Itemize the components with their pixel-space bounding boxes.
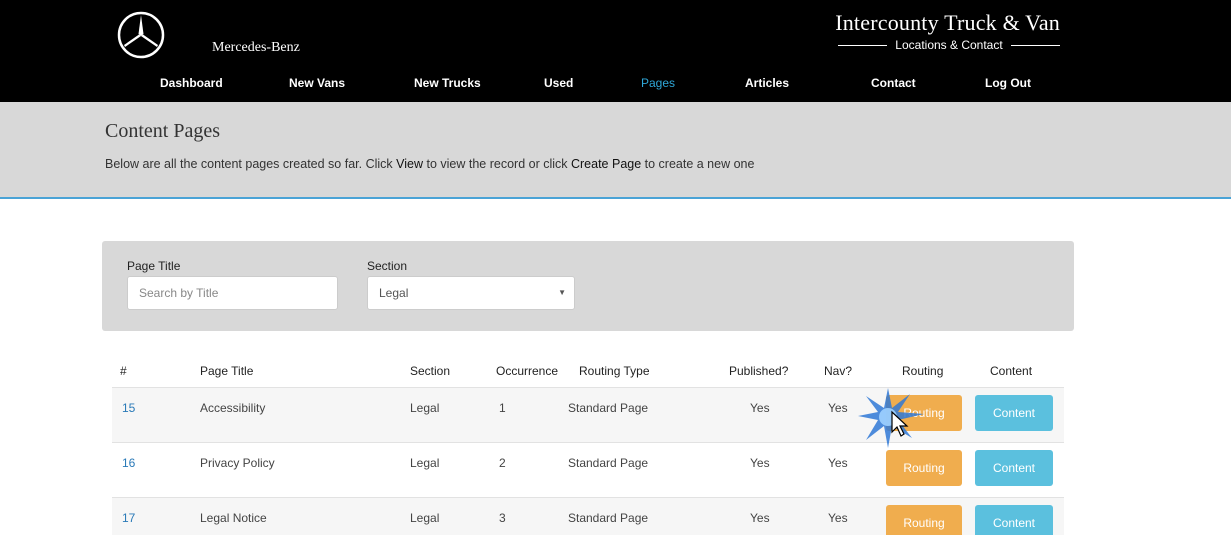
row-id-link[interactable]: 16 xyxy=(122,456,135,470)
row-published: Yes xyxy=(750,401,770,415)
routing-button[interactable]: Routing xyxy=(886,505,962,535)
nav-new-trucks[interactable]: New Trucks xyxy=(414,76,481,90)
description-text: to view the record or click xyxy=(423,157,571,171)
col-header-section[interactable]: Section xyxy=(410,364,450,378)
row-routing-type: Standard Page xyxy=(568,401,649,415)
table-row: 16 Privacy Policy Legal 2 Standard Page … xyxy=(112,442,1064,497)
nav-pages[interactable]: Pages xyxy=(641,76,675,90)
row-nav: Yes xyxy=(828,401,848,415)
col-header-nav[interactable]: Nav? xyxy=(824,364,852,378)
row-page-title: Accessibility xyxy=(200,401,266,415)
divider-line xyxy=(838,44,888,46)
dealer-title[interactable]: Intercounty Truck & Van xyxy=(835,10,1060,36)
col-header-published[interactable]: Published? xyxy=(729,364,788,378)
row-id-link[interactable]: 15 xyxy=(122,401,135,415)
col-header-page-title[interactable]: Page Title xyxy=(200,364,253,378)
title-search-input[interactable]: Search by Title xyxy=(127,276,338,310)
dealer-subtitle[interactable]: Locations & Contact xyxy=(887,38,1010,52)
main-nav: Dashboard New Vans New Trucks Used Pages… xyxy=(0,76,1231,96)
col-header-occurrence[interactable]: Occurrence xyxy=(496,364,558,378)
description-text: Below are all the content pages created … xyxy=(105,157,397,171)
description-text: to create a new one xyxy=(641,157,755,171)
nav-articles[interactable]: Articles xyxy=(745,76,789,90)
row-published: Yes xyxy=(750,511,770,525)
row-routing-type: Standard Page xyxy=(568,511,649,525)
routing-button[interactable]: Routing xyxy=(886,395,962,431)
row-occurrence: 2 xyxy=(499,456,506,470)
nav-used[interactable]: Used xyxy=(544,76,573,90)
row-page-title: Privacy Policy xyxy=(200,456,275,470)
page-title-filter-label: Page Title xyxy=(127,259,181,273)
section-filter-label: Section xyxy=(367,259,408,273)
nav-dashboard[interactable]: Dashboard xyxy=(160,76,223,90)
col-header-content: Content xyxy=(990,364,1033,378)
section-select-value: Legal xyxy=(379,286,409,300)
section-select[interactable]: Legal ▼ xyxy=(367,276,575,310)
site-header: Mercedes-Benz Intercounty Truck & Van Lo… xyxy=(0,0,1231,102)
page-title-band: Content Pages Below are all the content … xyxy=(0,102,1231,199)
col-header-id: # xyxy=(120,364,127,378)
row-nav: Yes xyxy=(828,456,848,470)
row-occurrence: 3 xyxy=(499,511,506,525)
mercedes-star-icon[interactable] xyxy=(116,10,166,60)
row-nav: Yes xyxy=(828,511,848,525)
nav-new-vans[interactable]: New Vans xyxy=(289,76,345,90)
row-routing-type: Standard Page xyxy=(568,456,649,470)
row-section: Legal xyxy=(410,401,440,415)
page-description: Below are all the content pages created … xyxy=(105,157,754,171)
col-header-routing: Routing xyxy=(902,364,944,378)
row-published: Yes xyxy=(750,456,770,470)
content-button[interactable]: Content xyxy=(975,395,1053,431)
col-header-routing-type[interactable]: Routing Type xyxy=(579,364,650,378)
routing-button[interactable]: Routing xyxy=(886,450,962,486)
row-section: Legal xyxy=(410,456,440,470)
row-occurrence: 1 xyxy=(499,401,506,415)
table-row: 15 Accessibility Legal 1 Standard Page Y… xyxy=(112,387,1064,442)
content-button[interactable]: Content xyxy=(975,505,1053,535)
content-button[interactable]: Content xyxy=(975,450,1053,486)
nav-contact[interactable]: Contact xyxy=(871,76,916,90)
row-section: Legal xyxy=(410,511,440,525)
divider-line xyxy=(1010,44,1060,46)
brand-name: Mercedes-Benz xyxy=(212,40,300,55)
chevron-down-icon: ▼ xyxy=(558,288,566,297)
table-row: 17 Legal Notice Legal 3 Standard Page Ye… xyxy=(112,497,1064,535)
filter-panel: Page Title Search by Title Section Legal… xyxy=(102,241,1074,331)
page-title: Content Pages xyxy=(105,120,220,142)
row-id-link[interactable]: 17 xyxy=(122,511,135,525)
create-page-keyword: Create Page xyxy=(570,157,642,171)
row-page-title: Legal Notice xyxy=(200,511,267,525)
view-keyword: View xyxy=(396,157,424,171)
nav-log-out[interactable]: Log Out xyxy=(985,76,1031,90)
locations-contact-link[interactable]: Locations & Contact xyxy=(838,38,1060,52)
